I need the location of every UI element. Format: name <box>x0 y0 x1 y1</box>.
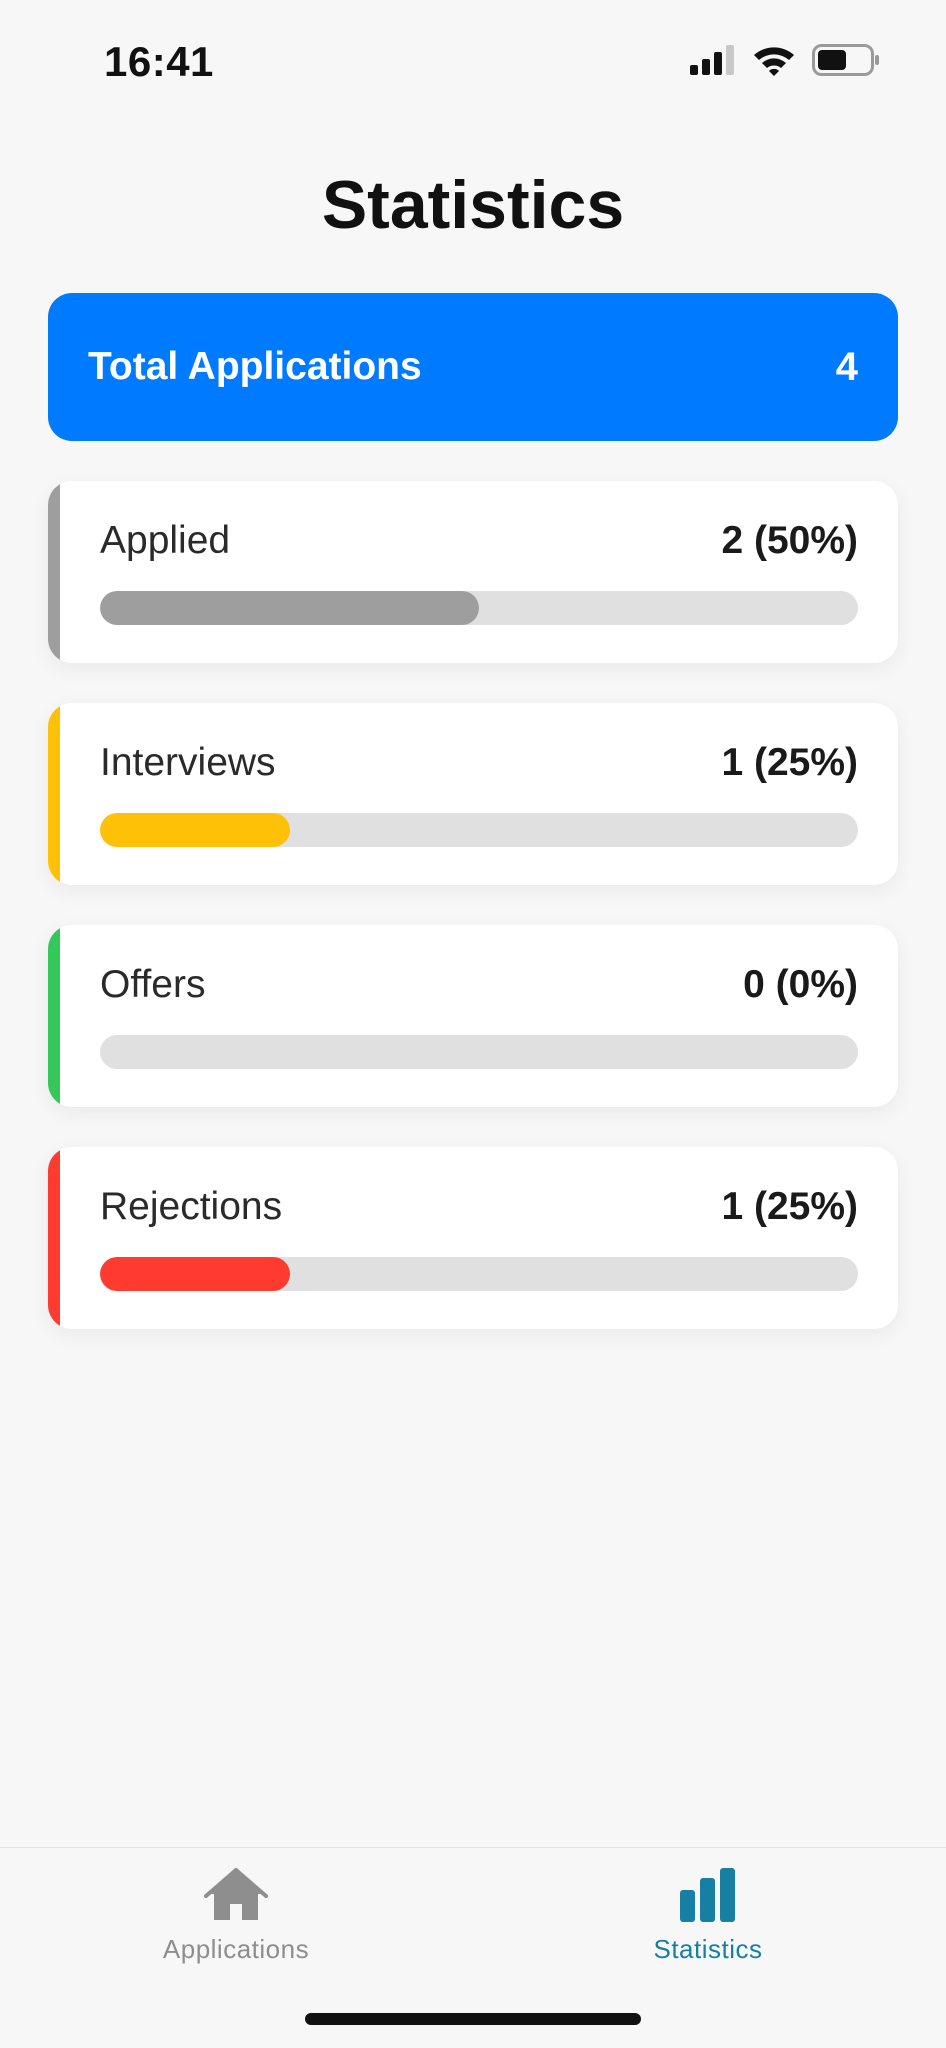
status-bar: 16:41 <box>0 0 946 120</box>
stat-card-interviews: Interviews 1 (25%) <box>48 703 898 885</box>
bar-chart-icon <box>680 1868 735 1922</box>
wifi-icon <box>754 47 794 76</box>
progress-track <box>100 591 858 625</box>
battery-icon <box>812 44 879 76</box>
tab-statistics[interactable]: Statistics <box>578 1866 838 1976</box>
signal-icon <box>690 45 734 75</box>
progress-track <box>100 1257 858 1291</box>
status-time: 16:41 <box>104 38 214 85</box>
tab-label: Statistics <box>653 1934 763 1964</box>
progress-track <box>100 1035 858 1069</box>
total-applications-card: Total Applications 4 <box>48 293 898 441</box>
stat-label: Applied <box>100 519 231 562</box>
tab-applications[interactable]: Applications <box>106 1866 366 1976</box>
status-icons <box>690 44 880 76</box>
stat-accent-bar <box>48 925 60 1107</box>
progress-fill <box>100 813 290 847</box>
stat-value: 0 (0%) <box>743 963 858 1006</box>
stat-accent-bar <box>48 1147 60 1329</box>
stat-value: 1 (25%) <box>721 1185 858 1228</box>
stat-label: Rejections <box>100 1185 283 1228</box>
stat-card-rejections: Rejections 1 (25%) <box>48 1147 898 1329</box>
stat-accent-bar <box>48 703 60 885</box>
progress-fill <box>100 1257 290 1291</box>
stat-card-applied: Applied 2 (50%) <box>48 481 898 663</box>
page-title: Statistics <box>321 167 625 243</box>
stat-card-offers: Offers 0 (0%) <box>48 925 898 1107</box>
progress-fill <box>100 591 479 625</box>
progress-track <box>100 813 858 847</box>
home-icon <box>204 1868 268 1920</box>
stat-label: Offers <box>100 963 206 1006</box>
stat-accent-bar <box>48 481 60 663</box>
total-applications-label: Total Applications <box>88 345 422 388</box>
stat-value: 1 (25%) <box>721 741 858 784</box>
stat-label: Interviews <box>100 741 276 784</box>
total-applications-value: 4 <box>835 344 858 389</box>
statistics-screen: 16:41 Statistics Total Applications 4 Ap… <box>0 0 946 2048</box>
stat-value: 2 (50%) <box>721 519 858 562</box>
tab-label: Applications <box>162 1934 310 1964</box>
home-indicator[interactable] <box>305 2013 641 2025</box>
